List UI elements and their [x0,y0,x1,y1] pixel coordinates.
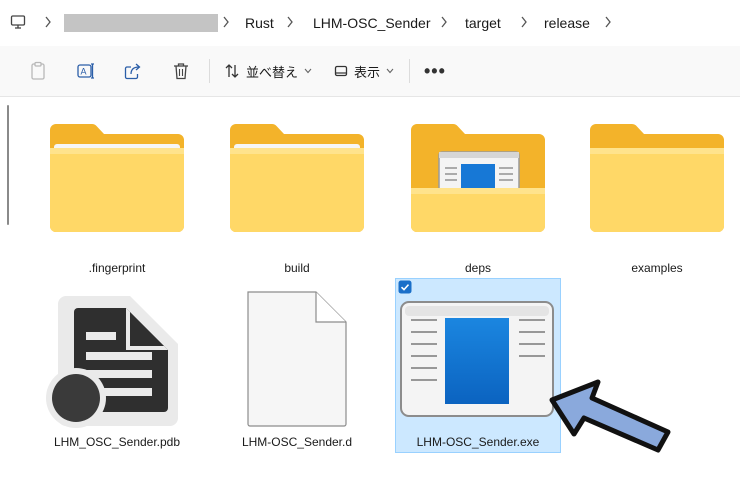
svg-text:A: A [81,67,87,77]
file-name: deps [464,261,492,275]
file-name: examples [631,261,683,275]
rename-icon[interactable]: A [76,61,96,81]
sort-button[interactable]: 並べ替え [224,60,312,82]
toolbar-divider [209,59,210,83]
chevron-down-icon [304,68,312,74]
list-item[interactable]: deps [395,112,561,282]
exe-app-icon [400,301,554,417]
breadcrumb-item-project[interactable]: LHM-OSC_Sender [313,14,431,32]
breadcrumb-item-rust[interactable]: Rust [245,14,274,32]
folder-icon [590,123,724,232]
view-button[interactable]: 表示 [334,60,394,82]
file-name: LHM-OSC_Sender.d [241,435,353,449]
list-item[interactable]: build [214,112,380,282]
paste-icon[interactable] [28,61,48,81]
chevron-right-icon[interactable] [440,15,448,29]
chevron-right-icon[interactable] [286,15,294,29]
chevron-right-icon[interactable] [222,15,230,29]
list-item[interactable]: .fingerprint [34,112,200,282]
computer-icon[interactable] [10,14,26,30]
address-bar[interactable]: Rust LHM-OSC_Sender target release [0,0,740,47]
blank-file-icon [247,291,347,427]
chevron-down-icon [386,68,394,74]
chevron-right-icon[interactable] [604,15,612,29]
breadcrumb-item-target[interactable]: target [465,14,501,32]
folder-icon [230,123,364,232]
pointer-arrow-annotation [549,379,671,453]
scrollbar[interactable] [7,105,9,225]
view-icon [334,65,348,77]
more-options-button[interactable]: ••• [424,62,446,80]
file-name: build [284,261,310,275]
command-bar: A 並べ替え 表示 ••• [0,46,740,97]
file-name: LHM_OSC_Sender.pdb [53,435,181,449]
folder-with-content-icon [411,123,545,232]
sort-label: 並べ替え [246,64,299,80]
folder-icon [50,123,184,232]
share-icon[interactable] [123,61,143,81]
file-name: .fingerprint [88,261,146,275]
breadcrumb-item-release[interactable]: release [544,14,590,32]
list-item[interactable]: examples [574,112,740,282]
list-item-selected[interactable]: LHM-OSC_Sender.exe [395,286,561,456]
chevron-right-icon[interactable] [44,15,52,29]
view-label: 表示 [354,64,381,80]
delete-icon[interactable] [171,61,191,81]
pdb-file-icon [46,296,178,428]
file-name: LHM-OSC_Sender.exe [416,435,540,449]
list-item[interactable]: LHM_OSC_Sender.pdb [34,286,200,456]
list-item[interactable]: LHM-OSC_Sender.d [214,286,380,456]
toolbar-divider [409,59,410,83]
chevron-right-icon[interactable] [520,15,528,29]
sort-icon [225,64,239,78]
redacted-path-segment [64,14,218,32]
